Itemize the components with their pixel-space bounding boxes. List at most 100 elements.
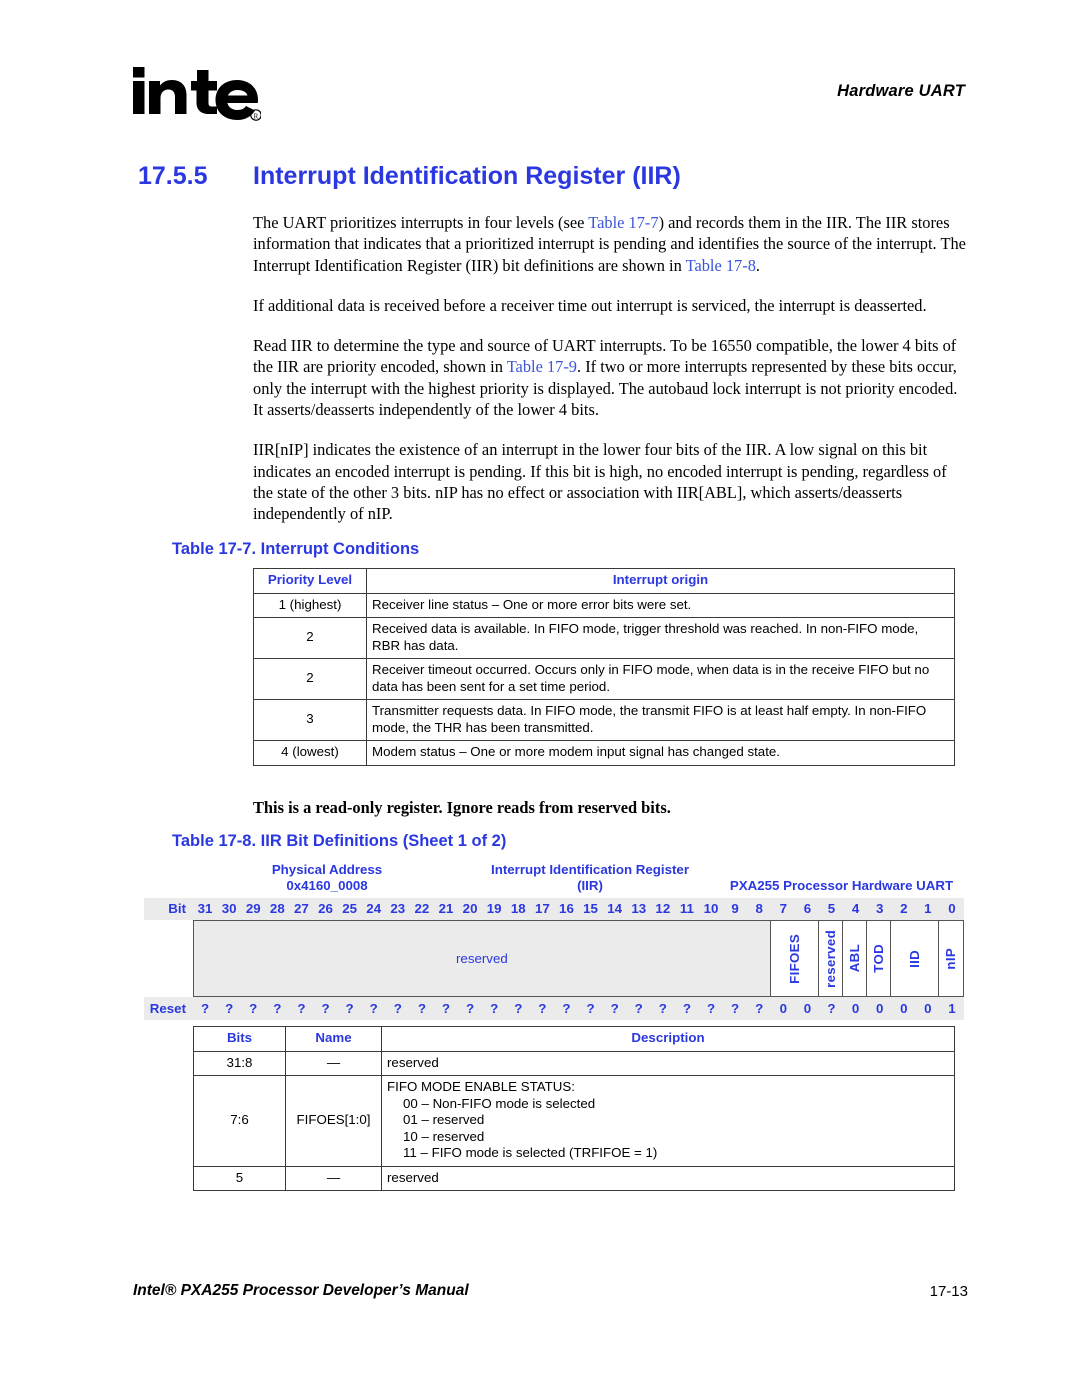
bit-number: 7 xyxy=(779,901,787,916)
column-header-name: Name xyxy=(285,1026,382,1052)
bit-number: 29 xyxy=(245,901,261,916)
reset-value: ? xyxy=(562,1001,571,1016)
bit-number: 5 xyxy=(827,901,836,916)
reset-value: 0 xyxy=(875,1001,884,1016)
text-run: IIR[nIP] indicates the existence of an i… xyxy=(253,440,947,524)
bit-number: 26 xyxy=(318,901,333,916)
bit-number-row: Bit 31 30 29 28 27 26 25 24 23 22 21 20 19 18 17 16 15 14… xyxy=(144,898,964,920)
description-line: reserved xyxy=(387,1169,439,1185)
bit-number: 9 xyxy=(731,901,739,916)
reset-value: ? xyxy=(755,1001,764,1016)
footer-page-number: 17-13 xyxy=(929,1283,968,1300)
footer-document-title: Intel® PXA255 Processor Developer’s Manu… xyxy=(133,1282,469,1299)
table-17-8-caption: Table 17-8. IIR Bit Definitions (Sheet 1… xyxy=(172,832,507,850)
reset-value: ? xyxy=(200,1001,210,1016)
cross-reference-link[interactable]: Table 17-9 xyxy=(507,357,577,376)
text-run: If additional data is received before a … xyxy=(253,295,927,315)
reset-value: ? xyxy=(586,1001,595,1016)
cell-interrupt-origin: Modem status – One or more modem input s… xyxy=(366,740,955,766)
cell-priority-level: 2 xyxy=(253,617,367,659)
cell-bits: 7:6 xyxy=(193,1075,286,1167)
section-title: Interrupt Identification Register (IIR) xyxy=(253,162,681,190)
description-line: FIFO MODE ENABLE STATUS: xyxy=(387,1079,575,1094)
reset-value: ? xyxy=(682,1001,691,1016)
cross-reference-link[interactable]: Table 17-8 xyxy=(686,256,756,275)
reset-value: ? xyxy=(466,1001,475,1016)
cell-priority-level: 1 (highest) xyxy=(253,592,367,618)
bit-number: 3 xyxy=(875,901,884,916)
bit-number: 25 xyxy=(342,901,357,916)
register-abbrev: (IIR) xyxy=(577,878,603,893)
description-line: 00 – Non-FIFO mode is selected xyxy=(403,1095,596,1111)
register-field-iid: IID xyxy=(891,921,939,996)
reset-value: ? xyxy=(441,1001,451,1016)
reset-value: 0 xyxy=(924,1001,932,1016)
field-row: reserved FIFOES reserved ABL TOD IID nIP xyxy=(144,920,964,997)
reset-value: ? xyxy=(345,1001,354,1016)
reset-value: ? xyxy=(610,1001,619,1016)
bit-number: 20 xyxy=(462,901,478,916)
bit-number: 12 xyxy=(655,901,671,916)
bit-row-label: Bit xyxy=(168,901,186,916)
reset-value: 0 xyxy=(900,1001,908,1016)
reset-value: ? xyxy=(249,1001,258,1016)
bit-number: 19 xyxy=(486,901,502,916)
bit-number: 22 xyxy=(414,901,430,916)
cell-priority-level: 3 xyxy=(253,699,367,741)
bit-number: 17 xyxy=(534,901,550,916)
bit-number: 13 xyxy=(631,901,647,916)
cell-description: FIFO MODE ENABLE STATUS: 00 – Non-FIFO mo… xyxy=(381,1075,955,1167)
cell-interrupt-origin: Received data is available. In FIFO mode… xyxy=(366,617,955,659)
column-header-interrupt-origin: Interrupt origin xyxy=(366,568,955,594)
register-field-label: TOD xyxy=(870,944,886,973)
bit-number: 16 xyxy=(559,901,574,916)
table-row: 5— reserved xyxy=(193,1165,955,1191)
cell-description: reserved xyxy=(381,1050,955,1076)
cross-reference-link[interactable]: Table 17-7 xyxy=(588,213,658,232)
register-bit-diagram: Physical Address 0x4160_0008 Interrupt I… xyxy=(144,862,964,1020)
description-line: 10 – reserved xyxy=(403,1128,485,1144)
bit-number: 15 xyxy=(583,901,598,916)
cell-name: — xyxy=(285,1050,382,1076)
reset-value: 1 xyxy=(948,1001,956,1016)
page-title: 17.5.5 Interrupt Identification Register … xyxy=(138,162,968,191)
register-field-label: reserved xyxy=(456,951,508,966)
bit-number: 0 xyxy=(948,901,956,916)
text-run: . xyxy=(755,255,760,275)
reset-value: ? xyxy=(225,1001,234,1016)
table-row: 3 Transmitter requests data. In FIFO mode… xyxy=(253,699,955,741)
physical-address-block: Physical Address 0x4160_0008 xyxy=(193,862,461,894)
table-row: 4 (lowest) Modem status – One or more mod… xyxy=(253,740,955,766)
paragraph: IIR[nIP] indicates the existence of an i… xyxy=(253,439,969,524)
table-row: 2 Receiver timeout occurred. Occurs only … xyxy=(253,658,955,700)
bit-number: 10 xyxy=(703,901,719,916)
register-field-label: IID xyxy=(906,949,922,968)
reset-value: 0 xyxy=(803,1001,812,1016)
bit-number: 1 xyxy=(924,901,932,916)
cell-description: reserved xyxy=(381,1165,955,1191)
reset-value: ? xyxy=(658,1001,667,1016)
table-row: 2 Received data is available. In FIFO mod… xyxy=(253,617,955,659)
cell-bits: 5 xyxy=(193,1165,286,1191)
reset-value: 0 xyxy=(779,1001,787,1016)
register-field-label: reserved xyxy=(822,929,838,988)
table-header-row: Bits Name Description xyxy=(193,1026,955,1052)
register-unit-block: PXA255 Processor Hardware UART xyxy=(719,862,964,894)
reset-value: ? xyxy=(634,1001,643,1016)
bit-number: 4 xyxy=(851,901,860,916)
body-text: The UART prioritizes interrupts in four … xyxy=(253,212,969,544)
document-page: R Hardware UART 17.5.5 Interrupt Identifi… xyxy=(0,0,1080,1397)
reset-value: ? xyxy=(393,1001,402,1016)
column-header-priority-level: Priority Level xyxy=(253,568,367,594)
cell-bits: 31:8 xyxy=(193,1050,286,1076)
field-row-label xyxy=(144,920,193,997)
register-field-tod: TOD xyxy=(867,921,891,996)
reset-value: ? xyxy=(417,1001,426,1016)
section-number: 17.5.5 xyxy=(138,162,208,190)
bit-number: 30 xyxy=(221,901,237,916)
register-field-reserved: reserved xyxy=(194,921,771,996)
bit-number: 18 xyxy=(510,901,526,916)
table-row: 1 (highest) Receiver line status – One or… xyxy=(253,592,955,618)
paragraph: If additional data is received before a … xyxy=(253,295,969,316)
read-only-note: This is a read-only register. Ignore rea… xyxy=(253,798,671,817)
